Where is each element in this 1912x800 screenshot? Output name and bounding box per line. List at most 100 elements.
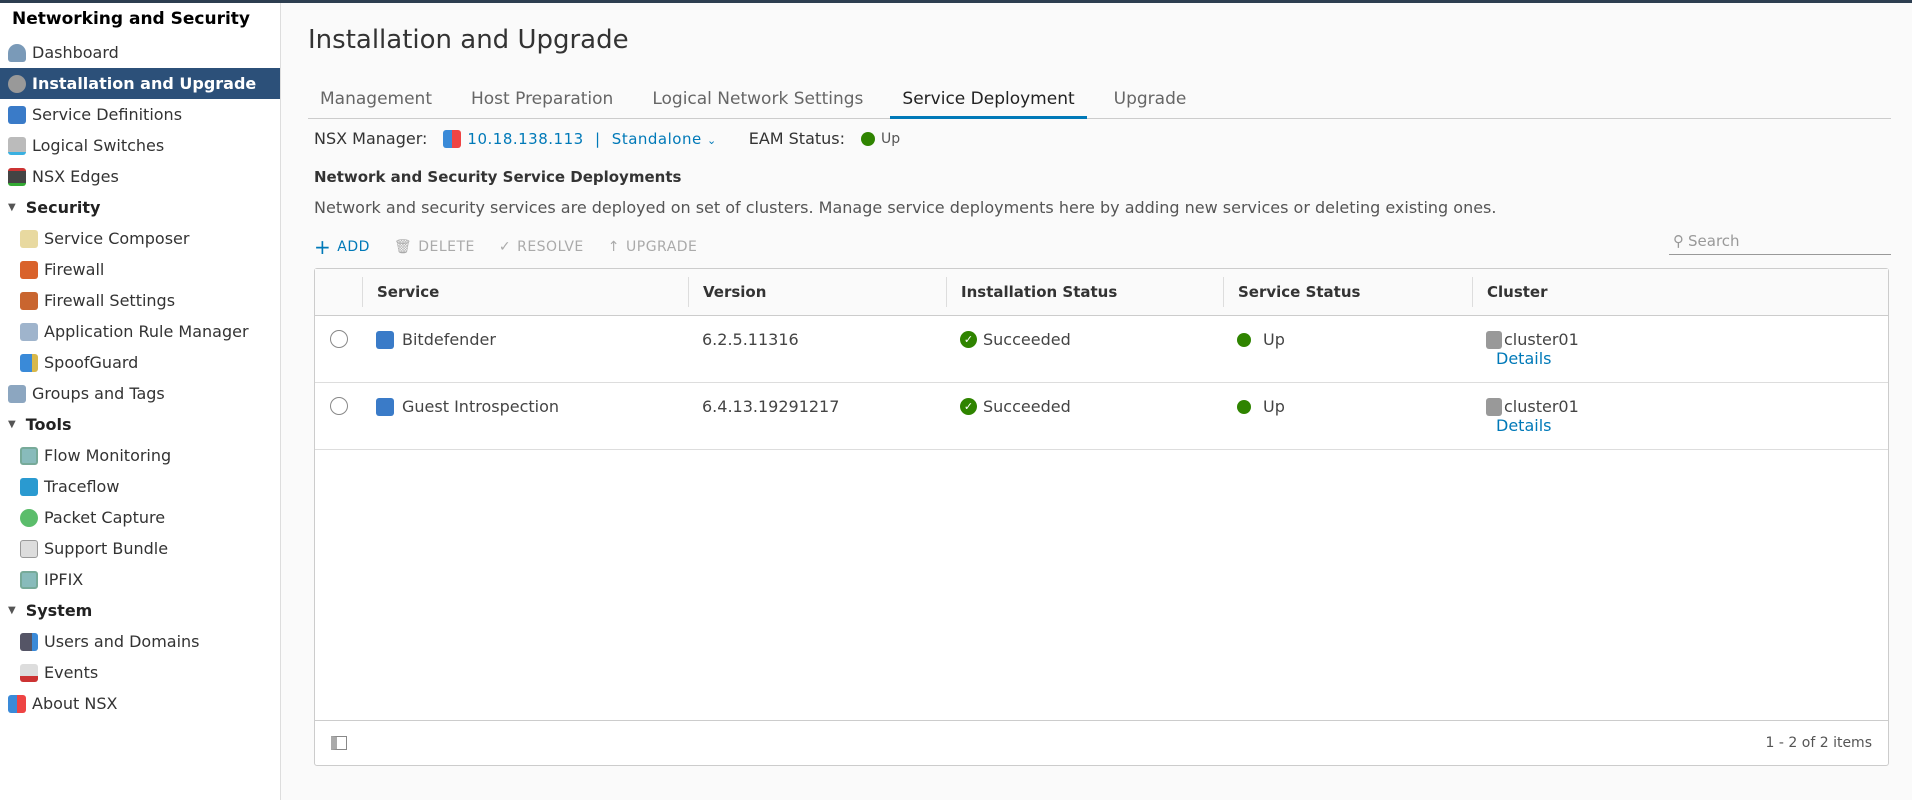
status-up-icon [1237, 399, 1251, 414]
tab-upgrade[interactable]: Upgrade [1102, 83, 1199, 119]
nsx-manager-role: Standalone [611, 129, 702, 148]
sidebar-item-nsx-edges[interactable]: NSX Edges [0, 161, 280, 192]
sidebar-item-about[interactable]: About NSX [0, 688, 280, 719]
sidebar-item-service-definitions[interactable]: Service Definitions [0, 99, 280, 130]
table-row[interactable]: Bitdefender 6.2.5.11316 ✓ Succeeded Up cl… [315, 316, 1888, 383]
section-title: Network and Security Service Deployments [314, 168, 682, 186]
sidebar-item-logical-switches[interactable]: Logical Switches [0, 130, 280, 161]
nsx-logo-icon [8, 694, 26, 713]
table-row[interactable]: Guest Introspection 6.4.13.19291217 ✓ Suc… [315, 383, 1888, 450]
column-header-service[interactable]: Service [362, 277, 688, 307]
nsx-manager-label: NSX Manager: [314, 129, 428, 148]
tab-host-preparation[interactable]: Host Preparation [459, 83, 625, 119]
details-link[interactable]: Details [1486, 349, 1888, 368]
sidebar-title: Networking and Security [12, 9, 251, 29]
label: UPGRADE [626, 239, 698, 255]
nsx-manager-ip: 10.18.138.113 [467, 129, 584, 148]
resolve-button[interactable]: ✓ RESOLVE [499, 235, 584, 259]
check-icon: ✓ [498, 239, 512, 255]
label: Events [44, 663, 99, 682]
dashboard-icon [8, 43, 26, 62]
firewall-icon [20, 260, 38, 279]
search-placeholder: Search [1688, 231, 1740, 250]
ipfix-icon [20, 570, 38, 589]
label: ADD [337, 239, 370, 255]
sidebar-item-ipfix[interactable]: IPFIX [0, 564, 280, 595]
trash-icon: 🗑 [393, 239, 413, 255]
label: Packet Capture [44, 508, 166, 527]
sidebar-item-traceflow[interactable]: Traceflow [0, 471, 280, 502]
packet-capture-icon [20, 508, 38, 527]
column-header-service-status[interactable]: Service Status [1223, 277, 1472, 307]
gear-icon [8, 74, 26, 93]
search-icon: ⚲ [1673, 231, 1684, 250]
sidebar-item-users-domains[interactable]: Users and Domains [0, 626, 280, 657]
upgrade-button[interactable]: ↑ UPGRADE [608, 235, 698, 259]
service-status: Up [1263, 330, 1285, 349]
success-check-icon: ✓ [960, 331, 977, 348]
label: Groups and Tags [32, 384, 165, 403]
status-up-icon [861, 131, 876, 146]
label: Service Composer [44, 229, 190, 248]
version: 6.2.5.11316 [702, 330, 799, 349]
sidebar-item-support-bundle[interactable]: Support Bundle [0, 533, 280, 564]
logical-switches-icon [8, 136, 26, 155]
column-header-installation-status[interactable]: Installation Status [946, 277, 1223, 307]
sidebar-item-spoofguard[interactable]: SpoofGuard [0, 347, 280, 378]
events-icon [20, 663, 38, 682]
label: Tools [25, 415, 72, 434]
add-button[interactable]: + ADD [314, 235, 370, 259]
folder-icon [8, 384, 26, 403]
sidebar-item-packet-capture[interactable]: Packet Capture [0, 502, 280, 533]
sidebar-item-flow-monitoring[interactable]: Flow Monitoring [0, 440, 280, 471]
users-icon [20, 632, 38, 651]
lock-icon [20, 353, 38, 372]
search-input[interactable]: ⚲ Search [1669, 227, 1891, 255]
nsx-logo-icon [443, 129, 462, 148]
grid-footer: 1 - 2 of 2 items [315, 720, 1888, 765]
tab-service-deployment[interactable]: Service Deployment [890, 83, 1087, 119]
sidebar-item-installation[interactable]: Installation and Upgrade [0, 68, 280, 99]
label: Service Definitions [32, 105, 183, 124]
delete-button[interactable]: 🗑 DELETE [394, 235, 475, 259]
details-link[interactable]: Details [1486, 416, 1888, 435]
service-definitions-icon [8, 105, 26, 124]
sidebar-item-firewall-settings[interactable]: Firewall Settings [0, 285, 280, 316]
grid-header: Service Version Installation Status Serv… [315, 269, 1888, 316]
tab-logical-network-settings[interactable]: Logical Network Settings [640, 83, 875, 119]
service-name: Guest Introspection [402, 397, 560, 416]
row-radio[interactable] [329, 330, 348, 348]
sidebar-section-system[interactable]: ▼ System [0, 595, 280, 626]
row-radio[interactable] [329, 397, 348, 415]
status-up-icon [1237, 332, 1251, 347]
section-description: Network and security services are deploy… [314, 198, 1497, 217]
sidebar-item-events[interactable]: Events [0, 657, 280, 688]
tab-management[interactable]: Management [308, 83, 444, 119]
label: Security [25, 198, 101, 217]
caret-down-icon: ▼ [8, 419, 16, 430]
sidebar-section-tools[interactable]: ▼ Tools [0, 409, 280, 440]
sidebar-item-groups-tags[interactable]: Groups and Tags [0, 378, 280, 409]
sidebar-item-firewall[interactable]: Firewall [0, 254, 280, 285]
sidebar-item-service-composer[interactable]: Service Composer [0, 223, 280, 254]
eam-status-label: EAM Status: [748, 129, 846, 148]
label: Flow Monitoring [44, 446, 172, 465]
main-content: Installation and Upgrade Management Host… [282, 3, 1912, 800]
column-toggle-icon[interactable] [331, 736, 347, 750]
sidebar-section-security[interactable]: ▼ Security [0, 192, 280, 223]
label: Support Bundle [44, 539, 169, 558]
sidebar-item-dashboard[interactable]: Dashboard [0, 37, 280, 68]
pagination-info: 1 - 2 of 2 items [1765, 735, 1872, 751]
column-header-version[interactable]: Version [688, 277, 946, 307]
eam-status-value: Up [881, 130, 901, 147]
installation-status: Succeeded [983, 330, 1071, 349]
plus-icon: + [314, 235, 332, 259]
cluster-icon [1486, 330, 1502, 349]
column-header-cluster[interactable]: Cluster [1472, 277, 1888, 307]
sidebar-item-application-rule-manager[interactable]: Application Rule Manager [0, 316, 280, 347]
version: 6.4.13.19291217 [702, 397, 840, 416]
nsx-manager-selector[interactable]: 10.18.138.113 | Standalone ⌄ [467, 130, 716, 148]
success-check-icon: ✓ [960, 398, 977, 415]
service-icon [376, 330, 394, 349]
label: SpoofGuard [44, 353, 139, 372]
